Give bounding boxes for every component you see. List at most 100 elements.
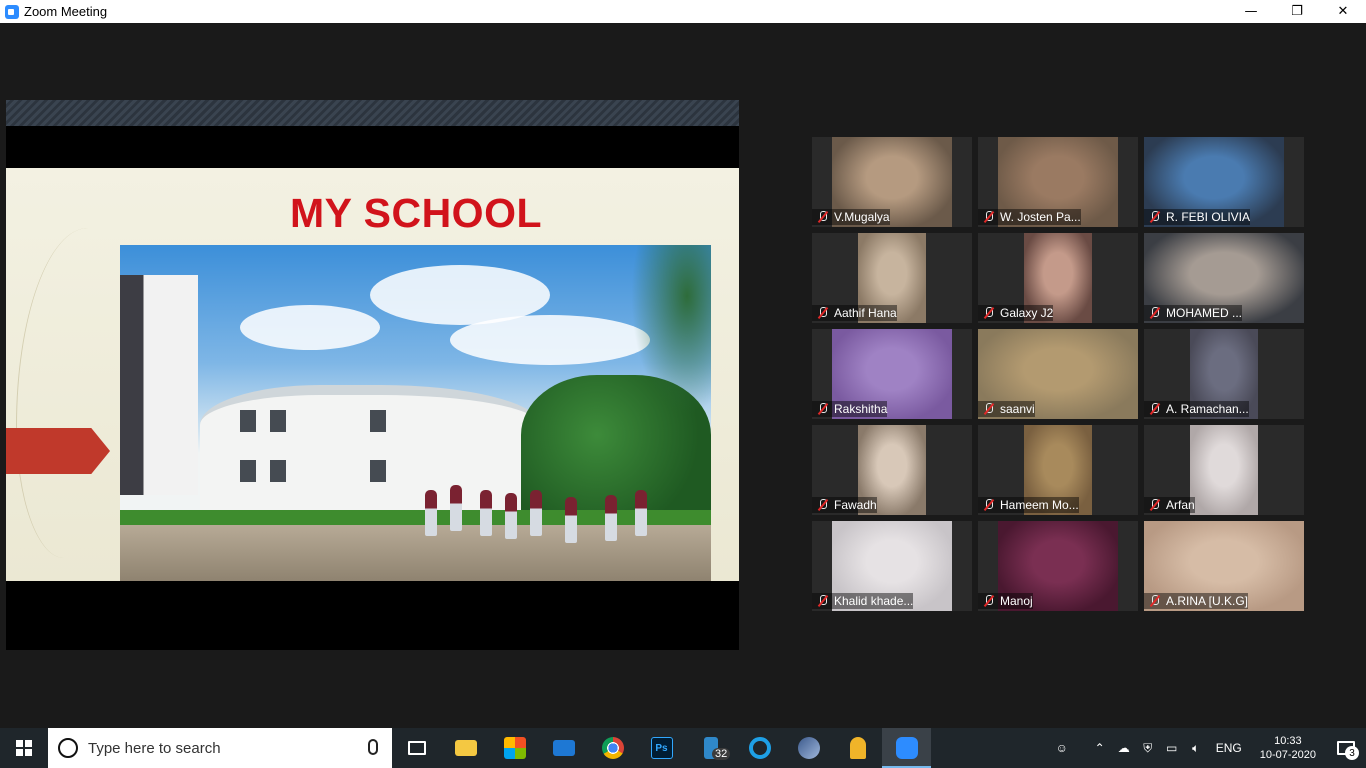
participant-name-bar: Hameem Mo... [978,497,1079,513]
participant-tile[interactable]: Galaxy J2 [978,233,1138,323]
notification-app-button[interactable] [833,728,882,768]
search-icon [58,738,78,758]
participant-name: V.Mugalya [834,210,890,224]
participant-tile[interactable]: Khalid khade... [812,521,972,611]
participant-tile[interactable]: Aathif Hana [812,233,972,323]
muted-mic-icon [1149,307,1161,319]
files-button[interactable]: 32 [686,728,735,768]
participant-name: Arfan [1166,498,1195,512]
participant-tile[interactable]: Hameem Mo... [978,425,1138,515]
files-badge: 32 [712,748,731,760]
participant-name: A. Ramachan... [1166,402,1249,416]
show-hidden-icons-chevron-icon[interactable]: ⌃ [1088,728,1112,768]
store-icon [503,737,526,759]
close-button[interactable]: ✕ [1320,0,1366,23]
participant-tile[interactable]: Rakshitha [812,329,972,419]
microphone-icon[interactable] [368,739,378,755]
participant-tile[interactable]: V.Mugalya [812,137,972,227]
zoom-taskbar-button[interactable] [882,728,931,768]
school-photo [120,245,711,581]
task-view-icon [407,741,426,755]
shared-screen[interactable]: MY SCHOOL [6,100,739,650]
network-icon[interactable]: ▭ [1160,728,1184,768]
app-button[interactable] [784,728,833,768]
participant-video [1190,425,1258,515]
participant-tile[interactable]: W. Josten Pa... [978,137,1138,227]
participant-tile[interactable]: saanvi [978,329,1138,419]
participant-name-bar: Manoj [978,593,1033,609]
participant-tile[interactable]: MOHAMED ... [1144,233,1304,323]
zoom-icon [895,737,918,759]
restore-button[interactable]: ❐ [1274,0,1320,23]
participant-tile[interactable]: A.RINA [U.K.G] [1144,521,1304,611]
clock-time: 10:33 [1274,735,1302,747]
participant-name-bar: Rakshitha [812,401,888,417]
security-icon[interactable]: ⛨ [1136,728,1160,768]
participant-name-bar: Arfan [1144,497,1195,513]
participant-name-bar: Fawadh [812,497,877,513]
muted-mic-icon [817,307,829,319]
participant-name-bar: A. Ramachan... [1144,401,1249,417]
muted-mic-icon [983,211,995,223]
meeting-area: MY SCHOOL V.Mugalya W. Josten Pa... R. F… [0,23,1366,728]
mail-icon [552,740,575,756]
participant-name: Hameem Mo... [1000,498,1079,512]
action-center-button[interactable]: 3 [1326,728,1366,768]
search-placeholder: Type here to search [88,739,221,757]
participant-name: W. Josten Pa... [1000,210,1081,224]
task-view-button[interactable] [392,728,441,768]
language-indicator[interactable]: ENG [1208,741,1250,755]
minimize-button[interactable]: — [1228,0,1274,23]
participant-name: Fawadh [834,498,877,512]
muted-mic-icon [983,499,995,511]
taskbar-search[interactable]: Type here to search [48,728,392,768]
people-icon[interactable]: ☺ [1050,728,1074,768]
participant-tile[interactable]: A. Ramachan... [1144,329,1304,419]
muted-mic-icon [1149,211,1161,223]
muted-mic-icon [983,403,995,415]
clock[interactable]: 10:33 10-07-2020 [1250,734,1326,762]
folder-icon [454,740,477,756]
onedrive-icon[interactable]: ☁ [1112,728,1136,768]
participant-tile[interactable]: Arfan [1144,425,1304,515]
muted-mic-icon [1149,595,1161,607]
zoom-app-icon [5,4,19,19]
windows-taskbar: Type here to search Ps 32 ☺ ⌃ ☁ ⛨ ▭ 🔈︎ E… [0,728,1366,768]
file-explorer-button[interactable] [441,728,490,768]
participant-name-bar: A.RINA [U.K.G] [1144,593,1249,609]
participant-name: A.RINA [U.K.G] [1166,594,1249,608]
bell-icon [849,737,866,759]
participant-name: Manoj [1000,594,1033,608]
decorative-curve [16,228,136,558]
chrome-button[interactable] [588,728,637,768]
title-bar: Zoom Meeting — ❐ ✕ [0,0,1366,23]
photoshop-button[interactable]: Ps [637,728,686,768]
participant-tile[interactable]: R. FEBI OLIVIA [1144,137,1304,227]
participant-name: saanvi [1000,402,1035,416]
participant-name: Khalid khade... [834,594,914,608]
window-controls: — ❐ ✕ [1228,0,1366,23]
participant-tile[interactable]: Manoj [978,521,1138,611]
window-title: Zoom Meeting [24,4,108,19]
decorative-arrow [6,428,110,474]
store-button[interactable] [490,728,539,768]
participant-name: Rakshitha [834,402,888,416]
participant-tile[interactable]: Fawadh [812,425,972,515]
slide-heading: MY SCHOOL [289,190,543,236]
volume-icon[interactable]: 🔈︎ [1184,728,1208,768]
mail-button[interactable] [539,728,588,768]
shared-screen-top-strip [6,100,739,126]
muted-mic-icon [817,595,829,607]
participant-name: R. FEBI OLIVIA [1166,210,1251,224]
muted-mic-icon [817,403,829,415]
muted-mic-icon [1149,403,1161,415]
participant-name-bar: Khalid khade... [812,593,914,609]
participant-name-bar: saanvi [978,401,1035,417]
start-button[interactable] [0,728,48,768]
participant-name: Galaxy J2 [1000,306,1054,320]
chrome-icon [601,737,624,759]
clock-date: 10-07-2020 [1259,749,1316,761]
internet-explorer-icon [748,737,771,759]
internet-explorer-button[interactable] [735,728,784,768]
participant-name-bar: Galaxy J2 [978,305,1054,321]
